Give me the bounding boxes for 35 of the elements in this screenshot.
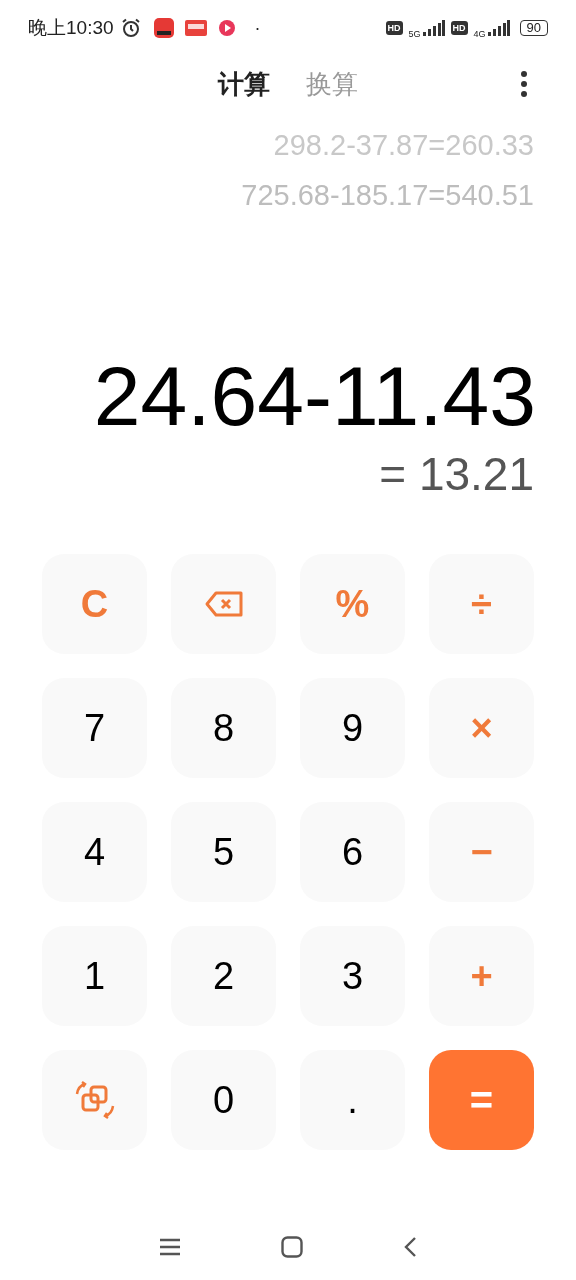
app-icon <box>184 20 207 36</box>
status-dot: · <box>254 16 261 40</box>
hd-badge: HD <box>385 21 403 35</box>
digit-key[interactable]: 0 <box>171 1050 276 1150</box>
digit-key[interactable]: 3 <box>300 926 405 1026</box>
alarm-icon <box>120 18 141 38</box>
more-icon[interactable] <box>520 70 528 98</box>
battery-indicator: 90 <box>519 20 548 36</box>
network-type: 5G <box>408 28 421 42</box>
digit-key[interactable]: 4 <box>42 802 147 902</box>
signal-icon <box>487 20 510 36</box>
back-icon[interactable] <box>403 1236 417 1258</box>
digit-key[interactable]: 2 <box>171 926 276 1026</box>
app-icon <box>153 18 174 38</box>
backspace-key[interactable] <box>171 554 276 654</box>
digit-key[interactable]: 9 <box>300 678 405 778</box>
digit-key[interactable]: 8 <box>171 678 276 778</box>
digit-key[interactable]: 6 <box>300 802 405 902</box>
menu-icon[interactable] <box>159 1238 181 1256</box>
convert-key[interactable] <box>42 1050 147 1150</box>
status-time: 晚上10:30 <box>28 15 114 40</box>
digit-key[interactable]: . <box>300 1050 405 1150</box>
hd-badge: HD <box>450 21 468 35</box>
digit-key[interactable]: 1 <box>42 926 147 1026</box>
app-icon <box>217 19 236 37</box>
backspace-icon <box>203 590 244 618</box>
convert-icon <box>73 1080 116 1120</box>
expression: 24.64-11.43 <box>92 348 537 444</box>
result: = 13.21 <box>378 447 535 502</box>
signal-icon <box>422 20 445 36</box>
tab[interactable]: 计算 <box>218 64 270 104</box>
network-type: 4G <box>473 28 486 42</box>
digit-key[interactable]: 7 <box>42 678 147 778</box>
digit-key[interactable]: 5 <box>171 802 276 902</box>
home-icon[interactable] <box>281 1236 303 1258</box>
